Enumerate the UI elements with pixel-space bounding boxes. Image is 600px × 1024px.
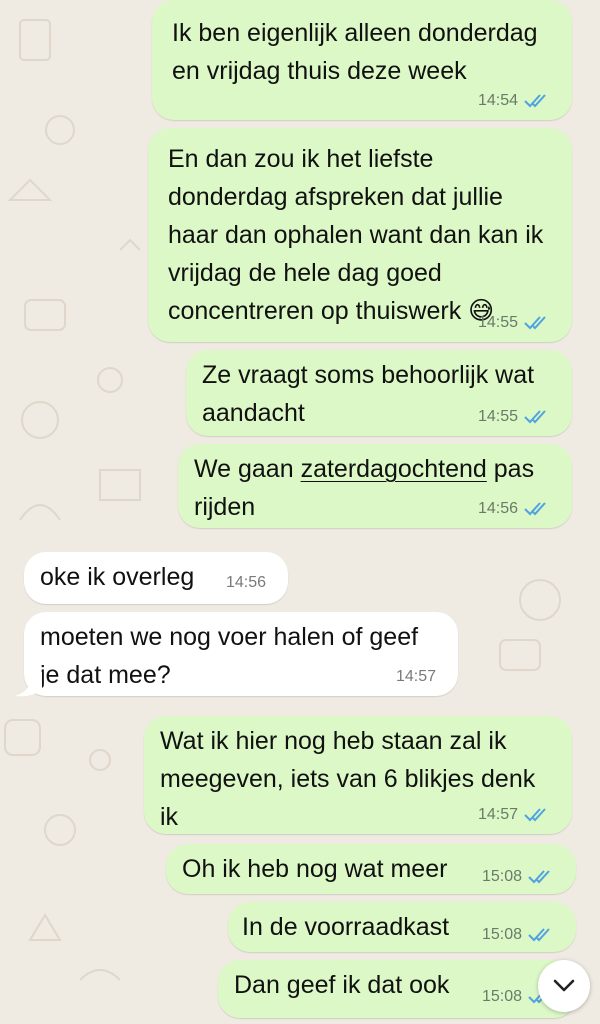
- message-meta: 14:57: [396, 668, 436, 686]
- message-time: 15:08: [481, 926, 522, 943]
- message-time: 14:55: [477, 408, 518, 425]
- double-check-icon: [524, 94, 546, 108]
- message-bubble-outgoing[interactable]: Wat ik hier nog heb staan zal ik meegeve…: [144, 716, 572, 834]
- message-meta: 14:56: [478, 500, 550, 518]
- message-bubble-outgoing[interactable]: In de voorraadkast 15:08: [228, 902, 576, 952]
- message-meta: 14:54: [478, 92, 550, 110]
- message-text: In de voorraadkast: [242, 913, 450, 941]
- date-link[interactable]: zaterdagochtend: [301, 455, 487, 483]
- message-meta: 14:55: [478, 408, 550, 426]
- message-meta: 15:08: [482, 868, 554, 886]
- message-text: Oh ik heb nog wat meer: [182, 855, 448, 883]
- message-meta: 15:08: [482, 926, 554, 944]
- message-text: oke ik overleg: [40, 563, 195, 591]
- double-check-icon: [528, 870, 550, 884]
- message-bubble-outgoing[interactable]: Oh ik heb nog wat meer 15:08: [166, 844, 576, 894]
- message-time: 14:56: [225, 574, 266, 591]
- message-bubble-outgoing[interactable]: Dan geef ik dat ook 15:08: [218, 960, 576, 1018]
- double-check-icon: [524, 410, 546, 424]
- message-bubble-incoming[interactable]: oke ik overleg 14:56: [24, 552, 288, 604]
- double-check-icon: [524, 808, 546, 822]
- message-text: Ik ben eigenlijk alleen donderdag en vri…: [172, 19, 538, 85]
- message-time: 14:55: [477, 314, 518, 331]
- message-meta: 14:55: [478, 314, 550, 332]
- message-text: En dan zou ik het liefste donderdag afsp…: [168, 145, 544, 325]
- chevron-down-icon: [553, 979, 575, 992]
- message-time: 14:54: [477, 92, 518, 109]
- double-check-icon: [528, 928, 550, 942]
- double-check-icon: [524, 316, 546, 330]
- message-meta: 14:57: [478, 806, 550, 824]
- double-check-icon: [524, 502, 546, 516]
- message-bubble-outgoing[interactable]: Ze vraagt soms behoorlijk wat aandacht 1…: [186, 350, 572, 436]
- message-time: 15:08: [481, 868, 522, 885]
- message-bubble-outgoing[interactable]: En dan zou ik het liefste donderdag afsp…: [148, 128, 572, 342]
- message-bubble-incoming[interactable]: moeten we nog voer halen of geef je dat …: [24, 612, 458, 696]
- message-time: 14:57: [395, 668, 436, 685]
- message-bubble-outgoing[interactable]: We gaan zaterdagochtend pas rijden 14:56: [178, 444, 572, 528]
- scroll-to-bottom-button[interactable]: [538, 960, 590, 1012]
- message-text: Dan geef ik dat ook: [234, 971, 450, 999]
- bubble-tail: [14, 672, 42, 697]
- message-time: 14:56: [477, 500, 518, 517]
- message-text-part: We gaan: [194, 455, 301, 483]
- message-time: 14:57: [477, 806, 518, 823]
- message-time: 15:08: [481, 988, 522, 1005]
- message-meta: 14:56: [226, 574, 266, 592]
- message-text: moeten we nog voer halen of geef je dat …: [40, 623, 419, 689]
- message-bubble-outgoing[interactable]: Ik ben eigenlijk alleen donderdag en vri…: [152, 0, 572, 120]
